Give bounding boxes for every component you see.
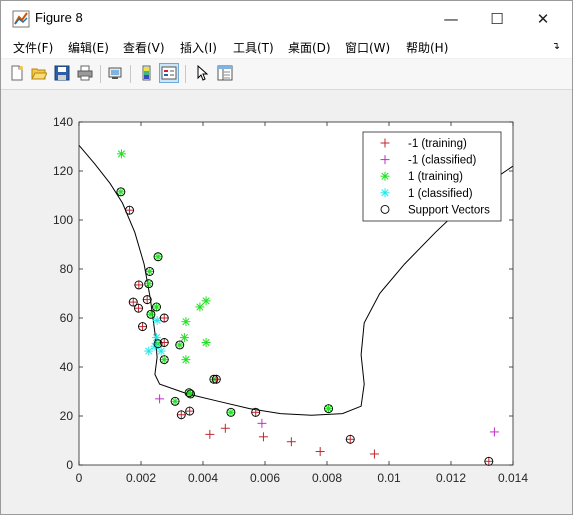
data-point-1-classified	[144, 346, 154, 356]
data-point-1-training	[153, 252, 163, 262]
menu-tools[interactable]: 工具(T)	[233, 39, 274, 56]
y-tick-label: 100	[53, 213, 73, 227]
data-point-1-training	[181, 317, 191, 327]
data-point-1-training	[186, 389, 196, 399]
menu-view[interactable]: 查看(V)	[123, 39, 165, 56]
legend-entry-label: Support Vectors	[408, 204, 490, 216]
close-button[interactable]: ✕	[520, 1, 566, 36]
legend-icon[interactable]	[159, 63, 179, 83]
menu-bar: 文件(F) 编辑(E) 查看(V) 插入(I) 工具(T) 桌面(D) 窗口(W…	[1, 36, 572, 58]
data-point-1-training	[324, 404, 334, 414]
x-tick-label: 0.002	[126, 471, 156, 485]
x-tick-label: 0.012	[436, 471, 466, 485]
data-point-1-training	[116, 149, 126, 159]
x-tick-label: 0.014	[498, 471, 528, 485]
data-point-1-training	[179, 333, 189, 343]
data-point-1-training	[159, 355, 169, 365]
y-tick-label: 80	[60, 262, 74, 276]
legend-entry-label: 1 (classified)	[408, 188, 473, 200]
y-tick-label: 20	[60, 409, 74, 423]
minimize-button[interactable]: —	[428, 1, 474, 36]
toolbar-separator	[185, 65, 186, 83]
data-point-1-training	[144, 279, 154, 289]
y-tick-label: 40	[60, 360, 74, 374]
data-point-1-classified	[152, 333, 161, 343]
link-icon[interactable]	[105, 63, 125, 83]
x-tick-label: 0.006	[250, 471, 280, 485]
close-icon: ✕	[536, 9, 550, 28]
figure-toolbar	[1, 59, 572, 90]
data-point-1-training	[170, 396, 180, 406]
matlab-logo-icon	[12, 10, 30, 28]
menu-overflow-arrow-icon[interactable]: ↴	[552, 41, 560, 52]
legend-entry-label: -1 (training)	[408, 138, 467, 150]
open-file-icon[interactable]	[29, 63, 49, 83]
legend-marker	[380, 188, 390, 198]
window-title: Figure 8	[35, 10, 83, 25]
data-point-1-training	[201, 338, 211, 347]
maximize-button[interactable]: ☐	[474, 1, 520, 36]
pointer-icon[interactable]	[192, 63, 212, 83]
y-tick-label: 0	[66, 458, 73, 472]
save-icon[interactable]	[52, 63, 72, 83]
print-icon[interactable]	[75, 63, 95, 83]
menu-file[interactable]: 文件(F)	[13, 39, 53, 56]
legend-entry-label: 1 (training)	[408, 171, 463, 183]
property-inspector-icon[interactable]	[215, 63, 235, 83]
legend[interactable]: -1 (training) -1 (classified) 1 (training)…	[362, 131, 502, 222]
data-point-1-training	[145, 266, 155, 276]
menu-desktop[interactable]: 桌面(D)	[288, 39, 331, 56]
title-bar[interactable]: Figure 8 — ☐ ✕	[1, 1, 572, 36]
new-figure-icon[interactable]	[7, 63, 27, 83]
minimize-icon: —	[443, 9, 459, 28]
colorbar-icon[interactable]	[137, 63, 157, 83]
figure-window: Figure 8 — ☐ ✕ 文件(F) 编辑(E) 查看(V) 插入(I) 工…	[0, 0, 573, 515]
maximize-icon: ☐	[490, 9, 504, 28]
figure-canvas[interactable]: 0 0.002 0.004 0.006 0.008 0.01 0.012 0.014 0 20 4…	[4, 90, 569, 510]
x-tick-label: 0.004	[188, 471, 218, 485]
y-tick-label: 60	[60, 311, 74, 325]
y-tick-label: 140	[53, 115, 73, 129]
data-point-1-training	[181, 355, 191, 365]
scatter-plot[interactable]: 0 0.002 0.004 0.006 0.008 0.01 0.012 0.014 0 20 4…	[4, 90, 569, 510]
legend-entry-label: -1 (classified)	[408, 155, 477, 167]
legend-marker	[380, 171, 390, 181]
data-point-1-training	[175, 340, 185, 350]
data-point-1-training	[201, 296, 211, 306]
toolbar-separator	[130, 65, 131, 83]
menu-help[interactable]: 帮助(H)	[406, 39, 448, 56]
menu-insert[interactable]: 插入(I)	[180, 39, 217, 56]
x-tick-label: 0.01	[377, 471, 401, 485]
menu-window[interactable]: 窗口(W)	[345, 39, 390, 56]
x-tick-label: 0	[76, 471, 83, 485]
data-point-1-training	[226, 407, 236, 417]
data-point-1-training	[152, 302, 161, 312]
data-point-1-training	[116, 187, 126, 197]
y-tick-label: 120	[53, 164, 73, 178]
x-tick-label: 0.008	[312, 471, 342, 485]
toolbar-separator	[100, 65, 101, 83]
menu-edit[interactable]: 编辑(E)	[68, 39, 109, 56]
